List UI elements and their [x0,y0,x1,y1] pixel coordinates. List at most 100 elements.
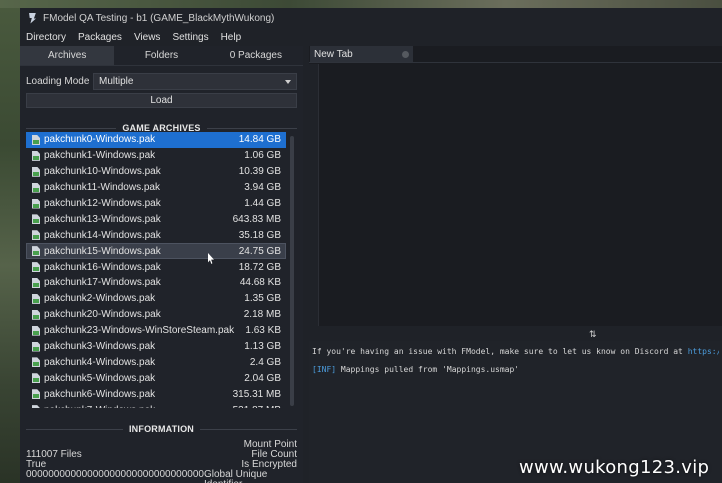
archive-size: 1.13 GB [244,341,281,353]
archive-row[interactable]: pakchunk10-Windows.pak 10.39 GB [26,164,286,180]
right-panel: New Tab ⇅ If you're having an issue with… [309,46,722,483]
archive-size: 35.18 GB [238,229,281,241]
menu-help[interactable]: Help [221,32,242,43]
tab-archives[interactable]: Archives [20,46,115,65]
guid-value: 00000000000000000000000000000000 [26,469,204,480]
archive-row[interactable]: pakchunk0-Windows.pak 14.84 GB [26,132,286,148]
tab-label: New Tab [314,48,353,60]
archive-name: pakchunk17-Windows.pak [44,277,161,289]
archive-size: 643.83 MB [232,213,281,225]
menu-views[interactable]: Views [134,32,161,43]
archive-name: pakchunk10-Windows.pak [44,166,161,178]
archive-row[interactable]: pakchunk20-Windows.pak 2.18 MB [26,307,286,323]
archive-name: pakchunk14-Windows.pak [44,229,161,241]
archive-name: pakchunk23-Windows-WinStoreSteam.pak [44,325,235,337]
archive-name: pakchunk2-Windows.pak [44,293,156,305]
pak-file-icon [32,214,40,225]
information-title: INFORMATION [128,424,195,434]
loading-mode-label: Loading Mode [26,76,90,87]
archive-row[interactable]: pakchunk14-Windows.pak 35.18 GB [26,227,286,243]
archive-row[interactable]: pakchunk1-Windows.pak 1.06 GB [26,148,286,164]
archive-size: 2.4 GB [249,356,281,368]
archive-size: 1.44 GB [244,198,281,209]
archive-name: pakchunk7-Windows.pak [44,405,233,408]
archive-size: 14.84 GB [238,134,281,146]
tab-packages[interactable]: 0 Packages [209,46,303,65]
archive-row[interactable]: pakchunk23-Windows-WinStoreSteam.pak 1.63… [26,323,286,339]
archive-row[interactable]: pakchunk2-Windows.pak 1.35 GB [26,291,286,307]
archive-row[interactable]: pakchunk4-Windows.pak 2.4 GB [26,354,286,370]
archive-size: 315.31 MB [232,388,281,400]
archive-name: pakchunk12-Windows.pak [44,198,161,209]
left-panel: Archives Folders 0 Packages Loading Mode… [20,46,303,483]
discord-link[interactable]: https://fmodel.app [688,347,719,356]
archive-name: pakchunk0-Windows.pak [44,134,156,146]
archive-row[interactable]: pakchunk3-Windows.pak 1.13 GB [26,339,286,355]
information-heading: INFORMATION [26,423,297,435]
tab-new-tab[interactable]: New Tab [310,46,413,62]
log-message: If you're having an issue with FModel, m… [312,347,688,356]
resize-vertical-icon: ⇅ [589,329,597,339]
pak-file-icon [32,230,40,241]
window-title: FModel QA Testing - b1 (GAME_BlackMythWu… [43,12,275,24]
pak-file-icon [32,405,40,408]
tab-folders[interactable]: Folders [114,46,208,65]
archive-size: 3.94 GB [244,182,281,194]
archive-name: pakchunk3-Windows.pak [44,341,156,353]
archive-size: 10.39 GB [238,166,281,178]
mouse-cursor-icon [208,253,216,265]
menu-settings[interactable]: Settings [172,32,208,43]
archive-name: pakchunk5-Windows.pak [44,372,156,384]
archive-row[interactable]: pakchunk17-Windows.pak 44.68 KB [26,275,286,291]
text-editor[interactable] [309,64,722,326]
log-level-tag: [INF] [312,365,337,374]
fmodel-logo-icon [27,13,38,24]
pak-file-icon [32,325,40,336]
archive-row[interactable]: pakchunk15-Windows.pak 24.75 GB [26,243,286,260]
archive-row[interactable]: pakchunk7-Windows.pak531.87 MB [26,402,286,408]
title-bar[interactable]: FModel QA Testing - b1 (GAME_BlackMythWu… [20,8,722,28]
editor-gutter [309,64,319,326]
loading-mode-select[interactable]: Multiple [93,73,297,90]
divider [26,127,117,129]
menu-directory[interactable]: Directory [26,32,66,43]
archive-row[interactable]: pakchunk11-Windows.pak 3.94 GB [26,180,286,196]
archive-row[interactable]: pakchunk13-Windows.pak 643.83 MB [26,211,286,227]
loading-mode-value: Multiple [99,76,134,87]
pak-file-icon [32,182,40,193]
archive-row[interactable]: pakchunk12-Windows.pak 1.44 GB [26,196,286,212]
archive-size: 2.18 MB [243,309,281,321]
pak-file-icon [32,389,40,400]
archive-row[interactable]: pakchunk5-Windows.pak 2.04 GB [26,370,286,386]
log-line: [INF] Mappings pulled from 'Mappings.usm… [312,364,719,376]
pak-file-icon [32,198,40,209]
archive-size: 1.35 GB [244,293,281,305]
archive-row[interactable]: pakchunk6-Windows.pak 315.31 MB [26,386,286,402]
load-button[interactable]: Load [26,93,297,108]
pak-file-icon [32,166,40,177]
archive-name: pakchunk1-Windows.pak [44,150,156,162]
archive-size: 18.72 GB [238,261,281,273]
pak-file-icon [32,309,40,320]
fmodel-window: FModel QA Testing - b1 (GAME_BlackMythWu… [20,8,722,483]
archive-list: pakchunk0-Windows.pak 14.84 GB pakchunk1-W… [26,132,286,408]
divider [200,428,297,430]
archive-name: pakchunk20-Windows.pak [44,309,161,321]
watermark: www.wukong123.vip [519,457,710,478]
close-icon[interactable] [402,51,409,58]
info-guid: 00000000000000000000000000000000 Global … [26,469,297,483]
divider [206,127,297,129]
archive-size: 531.87 MB [233,405,281,408]
panel-splitter[interactable]: ⇅ [309,326,722,341]
archive-size: 2.04 GB [244,372,281,384]
pak-file-icon [32,357,40,368]
archive-row[interactable]: pakchunk16-Windows.pak 18.72 GB [26,259,286,275]
loading-mode-row: Loading Mode Multiple [26,73,297,90]
desktop-background [0,0,20,483]
menu-packages[interactable]: Packages [78,32,122,43]
archive-list-scrollbar[interactable] [290,136,294,406]
archive-size: 24.75 GB [238,245,281,257]
menu-bar: Directory Packages Views Settings Help [20,28,722,46]
archive-size: 1.63 KB [245,325,281,337]
guid-label: Global Unique Identifier [203,469,268,483]
